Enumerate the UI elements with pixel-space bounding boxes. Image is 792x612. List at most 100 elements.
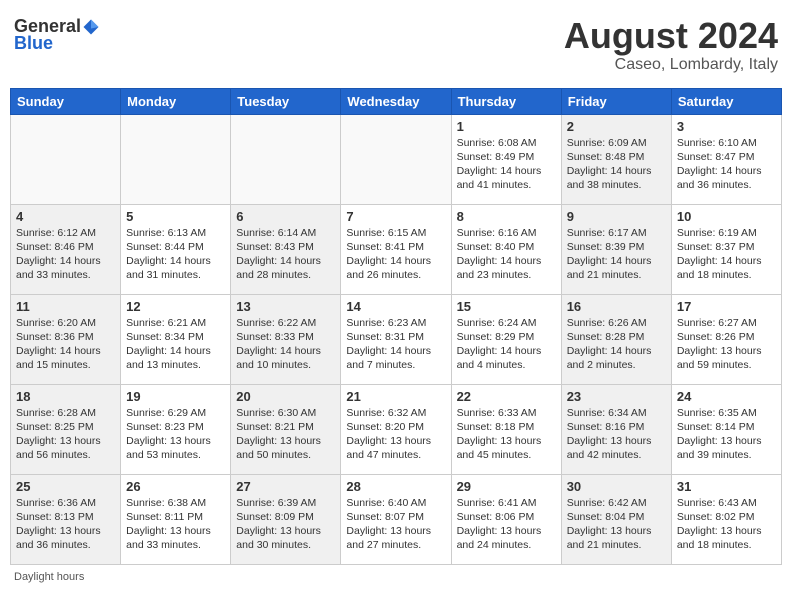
day-number: 9 [567, 209, 666, 224]
calendar-table: SundayMondayTuesdayWednesdayThursdayFrid… [10, 88, 782, 565]
day-number: 2 [567, 119, 666, 134]
cal-cell-empty-3 [341, 114, 451, 204]
cell-content: Sunrise: 6:29 AM Sunset: 8:23 PM Dayligh… [126, 406, 225, 463]
cal-cell-25: 25Sunrise: 6:36 AM Sunset: 8:13 PM Dayli… [11, 474, 121, 564]
cell-content: Sunrise: 6:32 AM Sunset: 8:20 PM Dayligh… [346, 406, 445, 463]
footer-label: Daylight hours [14, 571, 84, 583]
calendar-body: 1Sunrise: 6:08 AM Sunset: 8:49 PM Daylig… [11, 114, 782, 564]
day-number: 23 [567, 389, 666, 404]
cell-content: Sunrise: 6:22 AM Sunset: 8:33 PM Dayligh… [236, 316, 335, 373]
cell-content: Sunrise: 6:28 AM Sunset: 8:25 PM Dayligh… [16, 406, 115, 463]
cell-content: Sunrise: 6:17 AM Sunset: 8:39 PM Dayligh… [567, 226, 666, 283]
cal-cell-2: 2 Sunrise: 6:09 AM Sunset: 8:48 PM Daylig… [561, 114, 671, 204]
day-header-saturday: Saturday [671, 88, 781, 114]
day-number: 3 [677, 119, 776, 134]
day-number: 1 [457, 119, 556, 134]
cal-cell-empty-0 [11, 114, 121, 204]
day-number: 8 [457, 209, 556, 224]
cal-cell-18: 18 Sunrise: 6:28 AM Sunset: 8:25 PM Dayli… [11, 384, 121, 474]
cal-cell-26: 26Sunrise: 6:38 AM Sunset: 8:11 PM Dayli… [121, 474, 231, 564]
calendar-header-row: SundayMondayTuesdayWednesdayThursdayFrid… [11, 88, 782, 114]
footer-daylight: Daylight hours [10, 571, 782, 583]
cell-content: Sunrise: 6:34 AM Sunset: 8:16 PM Dayligh… [567, 406, 666, 463]
day-number: 22 [457, 389, 556, 404]
cell-content: Sunrise: 6:41 AM Sunset: 8:06 PM Dayligh… [457, 496, 556, 553]
cell-content: Sunrise: 6:43 AM Sunset: 8:02 PM Dayligh… [677, 496, 776, 553]
calendar-title: August 2024 [564, 16, 778, 56]
day-number: 25 [16, 479, 115, 494]
day-number: 4 [16, 209, 115, 224]
cell-content: Sunrise: 6:24 AM Sunset: 8:29 PM Dayligh… [457, 316, 556, 373]
cal-cell-3: 3 Sunrise: 6:10 AM Sunset: 8:47 PM Daylig… [671, 114, 781, 204]
day-number: 16 [567, 299, 666, 314]
day-number: 6 [236, 209, 335, 224]
cal-cell-19: 19 Sunrise: 6:29 AM Sunset: 8:23 PM Dayli… [121, 384, 231, 474]
cell-content: Sunrise: 6:09 AM Sunset: 8:48 PM Dayligh… [567, 136, 666, 193]
day-number: 29 [457, 479, 556, 494]
cell-content: Sunrise: 6:26 AM Sunset: 8:28 PM Dayligh… [567, 316, 666, 373]
cell-content: Sunrise: 6:33 AM Sunset: 8:18 PM Dayligh… [457, 406, 556, 463]
cal-cell-empty-2 [231, 114, 341, 204]
cal-cell-12: 12 Sunrise: 6:21 AM Sunset: 8:34 PM Dayli… [121, 294, 231, 384]
cell-content: Sunrise: 6:21 AM Sunset: 8:34 PM Dayligh… [126, 316, 225, 373]
cal-cell-4: 4 Sunrise: 6:12 AM Sunset: 8:46 PM Daylig… [11, 204, 121, 294]
cell-content: Sunrise: 6:40 AM Sunset: 8:07 PM Dayligh… [346, 496, 445, 553]
cal-cell-15: 15Sunrise: 6:24 AM Sunset: 8:29 PM Dayli… [451, 294, 561, 384]
cell-content: Sunrise: 6:15 AM Sunset: 8:41 PM Dayligh… [346, 226, 445, 283]
cal-cell-17: 17 Sunrise: 6:27 AM Sunset: 8:26 PM Dayli… [671, 294, 781, 384]
cell-content: Sunrise: 6:42 AM Sunset: 8:04 PM Dayligh… [567, 496, 666, 553]
day-number: 18 [16, 389, 115, 404]
calendar-week-5: 25Sunrise: 6:36 AM Sunset: 8:13 PM Dayli… [11, 474, 782, 564]
cell-content: Sunrise: 6:39 AM Sunset: 8:09 PM Dayligh… [236, 496, 335, 553]
cal-cell-13: 13 Sunrise: 6:22 AM Sunset: 8:33 PM Dayli… [231, 294, 341, 384]
day-header-friday: Friday [561, 88, 671, 114]
cal-cell-21: 21 Sunrise: 6:32 AM Sunset: 8:20 PM Dayli… [341, 384, 451, 474]
cal-cell-24: 24 Sunrise: 6:35 AM Sunset: 8:14 PM Dayli… [671, 384, 781, 474]
cell-content: Sunrise: 6:12 AM Sunset: 8:46 PM Dayligh… [16, 226, 115, 283]
cell-content: Sunrise: 6:35 AM Sunset: 8:14 PM Dayligh… [677, 406, 776, 463]
cal-cell-1: 1Sunrise: 6:08 AM Sunset: 8:49 PM Daylig… [451, 114, 561, 204]
day-number: 24 [677, 389, 776, 404]
day-number: 21 [346, 389, 445, 404]
cell-content: Sunrise: 6:38 AM Sunset: 8:11 PM Dayligh… [126, 496, 225, 553]
day-header-sunday: Sunday [11, 88, 121, 114]
day-number: 7 [346, 209, 445, 224]
day-number: 17 [677, 299, 776, 314]
day-number: 19 [126, 389, 225, 404]
title-block: August 2024 Caseo, Lombardy, Italy [564, 16, 778, 74]
cal-cell-empty-1 [121, 114, 231, 204]
logo-text-blue: Blue [14, 33, 53, 54]
cal-cell-9: 9 Sunrise: 6:17 AM Sunset: 8:39 PM Daylig… [561, 204, 671, 294]
page-header: General Blue August 2024 Caseo, Lombardy… [10, 10, 782, 80]
day-number: 13 [236, 299, 335, 314]
day-number: 12 [126, 299, 225, 314]
cal-cell-6: 6Sunrise: 6:14 AM Sunset: 8:43 PM Daylig… [231, 204, 341, 294]
logo-icon [82, 18, 100, 36]
cell-content: Sunrise: 6:10 AM Sunset: 8:47 PM Dayligh… [677, 136, 776, 193]
logo: General Blue [14, 16, 100, 54]
day-number: 28 [346, 479, 445, 494]
calendar-week-1: 1Sunrise: 6:08 AM Sunset: 8:49 PM Daylig… [11, 114, 782, 204]
cal-cell-8: 8Sunrise: 6:16 AM Sunset: 8:40 PM Daylig… [451, 204, 561, 294]
cell-content: Sunrise: 6:27 AM Sunset: 8:26 PM Dayligh… [677, 316, 776, 373]
day-number: 10 [677, 209, 776, 224]
cal-cell-14: 14Sunrise: 6:23 AM Sunset: 8:31 PM Dayli… [341, 294, 451, 384]
calendar-subtitle: Caseo, Lombardy, Italy [564, 56, 778, 74]
cal-cell-31: 31 Sunrise: 6:43 AM Sunset: 8:02 PM Dayli… [671, 474, 781, 564]
cal-cell-16: 16 Sunrise: 6:26 AM Sunset: 8:28 PM Dayli… [561, 294, 671, 384]
cal-cell-5: 5Sunrise: 6:13 AM Sunset: 8:44 PM Daylig… [121, 204, 231, 294]
day-number: 30 [567, 479, 666, 494]
cal-cell-29: 29 Sunrise: 6:41 AM Sunset: 8:06 PM Dayli… [451, 474, 561, 564]
cell-content: Sunrise: 6:20 AM Sunset: 8:36 PM Dayligh… [16, 316, 115, 373]
cal-cell-30: 30 Sunrise: 6:42 AM Sunset: 8:04 PM Dayli… [561, 474, 671, 564]
cell-content: Sunrise: 6:19 AM Sunset: 8:37 PM Dayligh… [677, 226, 776, 283]
day-header-tuesday: Tuesday [231, 88, 341, 114]
cal-cell-10: 10 Sunrise: 6:19 AM Sunset: 8:37 PM Dayli… [671, 204, 781, 294]
calendar-week-2: 4 Sunrise: 6:12 AM Sunset: 8:46 PM Daylig… [11, 204, 782, 294]
cal-cell-7: 7 Sunrise: 6:15 AM Sunset: 8:41 PM Daylig… [341, 204, 451, 294]
day-number: 31 [677, 479, 776, 494]
cell-content: Sunrise: 6:23 AM Sunset: 8:31 PM Dayligh… [346, 316, 445, 373]
day-header-monday: Monday [121, 88, 231, 114]
day-number: 27 [236, 479, 335, 494]
cell-content: Sunrise: 6:30 AM Sunset: 8:21 PM Dayligh… [236, 406, 335, 463]
